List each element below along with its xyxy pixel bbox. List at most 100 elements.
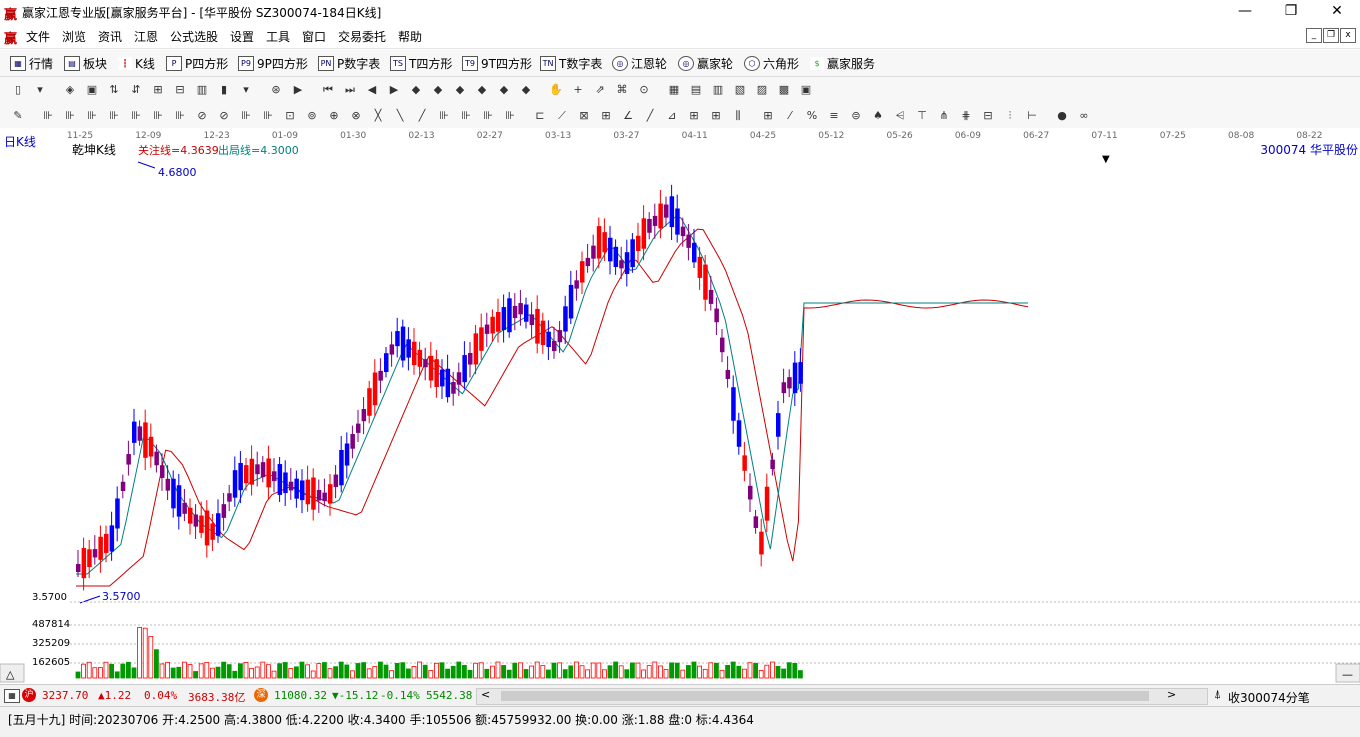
toolbar-tool-icon[interactable]: ▥: [710, 82, 726, 98]
nav-kline[interactable]: ┇ K线: [118, 55, 155, 72]
toolbar-tool-icon[interactable]: ⊟: [172, 82, 188, 98]
toolbar-tool-icon[interactable]: ╳: [370, 108, 386, 124]
chart-canvas[interactable]: 11-25 12-09 12-23 01-09 01-30 02-13 02-27 03-13…: [0, 128, 1360, 684]
toolbar-tool-icon[interactable]: ⊪: [128, 108, 144, 124]
toolbar-tool-icon[interactable]: ⊪: [238, 108, 254, 124]
menu-help[interactable]: 帮助: [398, 28, 422, 45]
toolbar-tool-icon[interactable]: ♠: [870, 108, 886, 124]
toolbar-tool-icon[interactable]: ▣: [798, 82, 814, 98]
nav-hexagon[interactable]: ⬡ 六角形: [744, 55, 799, 72]
close-button[interactable]: ✕: [1314, 0, 1360, 24]
toolbar-tool-icon[interactable]: ╱: [642, 108, 658, 124]
toolbar-tool-icon[interactable]: ∞: [1076, 108, 1092, 124]
toolbar-tool-icon[interactable]: ◈: [62, 82, 78, 98]
toolbar-tool-icon[interactable]: ✋: [548, 82, 564, 98]
tick-detail-label[interactable]: 收300074分笔: [1228, 689, 1310, 706]
menu-formula[interactable]: 公式选股: [170, 28, 218, 45]
mdi-minimize-button[interactable]: _: [1306, 28, 1322, 43]
toolbar-tool-icon[interactable]: ▾: [32, 82, 48, 98]
mdi-close-button[interactable]: x: [1340, 28, 1356, 43]
toolbar-tool-icon[interactable]: ▨: [754, 82, 770, 98]
toolbar-tool-icon[interactable]: ▣: [84, 82, 100, 98]
toolbar-tool-icon[interactable]: ⊪: [260, 108, 276, 124]
toolbar-tool-icon[interactable]: ◀: [364, 82, 380, 98]
toolbar-tool-icon[interactable]: ⊪: [502, 108, 518, 124]
toolbar-tool-icon[interactable]: ⊘: [194, 108, 210, 124]
toolbar-tool-icon[interactable]: ≡: [826, 108, 842, 124]
toolbar-tool-icon[interactable]: +: [570, 82, 586, 98]
toolbar-tool-icon[interactable]: ✎: [10, 108, 26, 124]
nav-winner-wheel[interactable]: ◎ 赢家轮: [678, 55, 733, 72]
toolbar-tool-icon[interactable]: ⊡: [282, 108, 298, 124]
toolbar-tool-icon[interactable]: ⟋: [554, 108, 570, 124]
nav-p-numbers[interactable]: PN P数字表: [318, 55, 380, 72]
menu-settings[interactable]: 设置: [230, 28, 254, 45]
toolbar-tool-icon[interactable]: ▾: [238, 82, 254, 98]
toolbar-tool-icon[interactable]: ⩤: [892, 108, 908, 124]
toolbar-tool-icon[interactable]: ◆: [408, 82, 424, 98]
toolbar-tool-icon[interactable]: ⋔: [936, 108, 952, 124]
minimize-button[interactable]: —: [1222, 0, 1268, 24]
toolbar-tool-icon[interactable]: ⊪: [150, 108, 166, 124]
menu-browse[interactable]: 浏览: [62, 28, 86, 45]
toolbar-tool-icon[interactable]: ▩: [776, 82, 792, 98]
toolbar-tool-icon[interactable]: ◆: [496, 82, 512, 98]
restore-button[interactable]: ❐: [1268, 0, 1314, 24]
toolbar-tool-icon[interactable]: ⌘: [614, 82, 630, 98]
toolbar-tool-icon[interactable]: ⊠: [576, 108, 592, 124]
scroll-right-icon[interactable]: >: [1167, 688, 1176, 701]
toolbar-tool-icon[interactable]: ⊢: [1024, 108, 1040, 124]
toolbar-tool-icon[interactable]: ⫼: [730, 108, 746, 124]
toolbar-tool-icon[interactable]: ⊕: [326, 108, 342, 124]
nav-service[interactable]: $ 赢家服务: [810, 55, 875, 72]
horizontal-scrollbar[interactable]: < >: [476, 688, 1208, 705]
toolbar-tool-icon[interactable]: ●: [1054, 108, 1070, 124]
nav-sectors[interactable]: ▤ 板块: [64, 55, 107, 72]
toolbar-tool-icon[interactable]: ⊞: [708, 108, 724, 124]
toolbar-tool-icon[interactable]: ⊪: [106, 108, 122, 124]
scroll-left-icon[interactable]: <: [481, 688, 490, 701]
toolbar-tool-icon[interactable]: ⊿: [664, 108, 680, 124]
nav-9t-square[interactable]: T9 9T四方形: [462, 55, 532, 72]
toolbar-tool-icon[interactable]: ⇗: [592, 82, 608, 98]
toolbar-tool-icon[interactable]: ▶: [290, 82, 306, 98]
toolbar-tool-icon[interactable]: ⏭: [342, 82, 358, 98]
nav-t-square[interactable]: TS T四方形: [390, 55, 452, 72]
toolbar-tool-icon[interactable]: ▦: [666, 82, 682, 98]
toolbar-tool-icon[interactable]: ⊞: [686, 108, 702, 124]
toolbar-tool-icon[interactable]: ▮: [216, 82, 232, 98]
toolbar-tool-icon[interactable]: ▶: [386, 82, 402, 98]
toolbar-tool-icon[interactable]: ◆: [474, 82, 490, 98]
mdi-restore-button[interactable]: ❐: [1323, 28, 1339, 43]
toolbar-tool-icon[interactable]: ⇵: [128, 82, 144, 98]
toolbar-tool-icon[interactable]: ⊟: [980, 108, 996, 124]
toolbar-tool-icon[interactable]: ▧: [732, 82, 748, 98]
toolbar-tool-icon[interactable]: ⊪: [40, 108, 56, 124]
toolbar-tool-icon[interactable]: ⊚: [304, 108, 320, 124]
toolbar-tool-icon[interactable]: ▯: [10, 82, 26, 98]
toolbar-tool-icon[interactable]: ⊪: [436, 108, 452, 124]
toolbar-tool-icon[interactable]: ⊪: [84, 108, 100, 124]
toolbar-tool-icon[interactable]: %: [804, 108, 820, 124]
toolbar-tool-icon[interactable]: ╱: [414, 108, 430, 124]
menu-gann[interactable]: 江恩: [134, 28, 158, 45]
menu-window[interactable]: 窗口: [302, 28, 326, 45]
toolbar-tool-icon[interactable]: ⏮: [320, 82, 336, 98]
toolbar-tool-icon[interactable]: ⊜: [848, 108, 864, 124]
toolbar-tool-icon[interactable]: ◆: [452, 82, 468, 98]
toolbar-tool-icon[interactable]: ⊪: [62, 108, 78, 124]
toolbar-tool-icon[interactable]: ⊞: [150, 82, 166, 98]
toolbar-tool-icon[interactable]: ⊗: [348, 108, 364, 124]
toolbar-tool-icon[interactable]: ⊤: [914, 108, 930, 124]
toolbar-tool-icon[interactable]: ⊏: [532, 108, 548, 124]
toolbar-tool-icon[interactable]: ⊞: [760, 108, 776, 124]
nav-quotes[interactable]: ▦ 行情: [10, 55, 53, 72]
menu-file[interactable]: 文件: [26, 28, 50, 45]
scrollbar-thumb[interactable]: [501, 691, 1149, 701]
toolbar-tool-icon[interactable]: ∠: [620, 108, 636, 124]
toolbar-tool-icon[interactable]: ◆: [430, 82, 446, 98]
menu-trade[interactable]: 交易委托: [338, 28, 386, 45]
nav-9p-square[interactable]: P9 9P四方形: [238, 55, 308, 72]
toolbar-tool-icon[interactable]: ◆: [518, 82, 534, 98]
toolbar-tool-icon[interactable]: ⋕: [958, 108, 974, 124]
